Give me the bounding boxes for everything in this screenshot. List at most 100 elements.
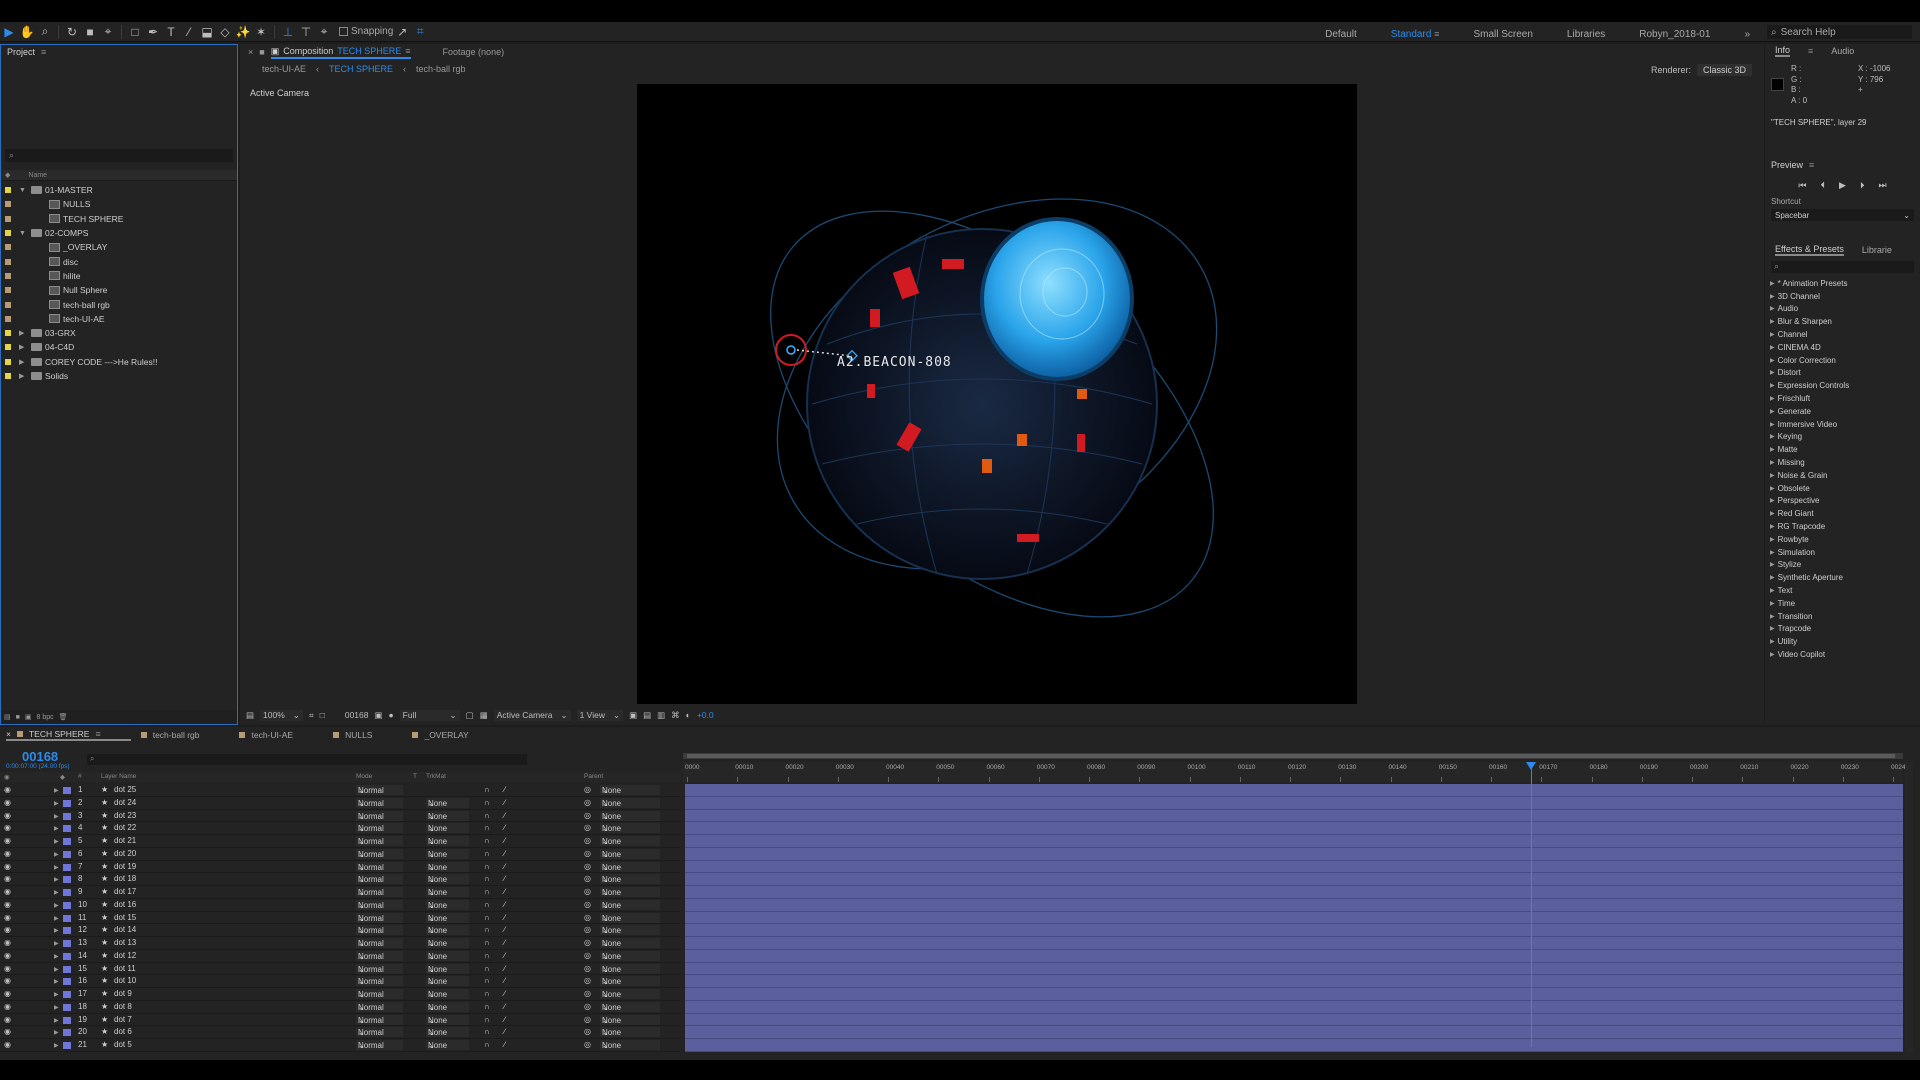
layer-name[interactable]: dot 6 (114, 1027, 132, 1036)
pick-whip-icon[interactable]: ◎ (584, 938, 591, 947)
chevron-right-icon[interactable]: ▶ (1770, 613, 1775, 620)
effects-category[interactable]: ▶ CINEMA 4D (1770, 341, 1920, 354)
chevron-right-icon[interactable]: ▶ (1770, 485, 1775, 492)
eye-icon[interactable]: ◉ (4, 913, 11, 922)
blend-mode-dropdown[interactable]: Normal ⌄ (356, 989, 403, 999)
shy-switch-icon[interactable]: ∩ (484, 887, 490, 896)
quality-switch-icon[interactable]: ∕ (504, 964, 505, 973)
chevron-right-icon[interactable]: ▶ (1770, 549, 1775, 556)
effects-category[interactable]: ▶ Utility (1770, 635, 1920, 648)
local-axis-icon[interactable]: ⊥ (279, 23, 297, 41)
label-column-icon[interactable]: ◆ (60, 773, 65, 781)
layer-name[interactable]: dot 13 (114, 938, 136, 947)
current-frame-value[interactable]: 00168 (345, 710, 369, 720)
pan-behind-tool-icon[interactable]: ⌖ (99, 23, 117, 41)
track-matte-dropdown[interactable]: None ⌄ (426, 861, 469, 872)
effects-category[interactable]: ▶ Synthetic Aperture (1770, 571, 1920, 584)
tab-info[interactable]: Info (1775, 45, 1791, 57)
parent-dropdown[interactable]: None ⌄ (600, 874, 660, 885)
layer-name[interactable]: dot 22 (114, 823, 136, 832)
new-folder-icon[interactable]: ■ (16, 714, 20, 721)
layer-duration-bar[interactable] (685, 924, 1903, 937)
parent-dropdown[interactable]: None ⌄ (600, 1040, 660, 1050)
label-color-chip[interactable] (5, 201, 11, 208)
effects-category[interactable]: ▶ Matte (1770, 443, 1920, 456)
chevron-right-icon[interactable]: ▶ (54, 991, 59, 998)
effects-category[interactable]: ▶ Simulation (1770, 546, 1920, 559)
eye-icon[interactable]: ◉ (4, 811, 11, 820)
tab-footage[interactable]: Footage (none) (443, 47, 505, 57)
layer-name[interactable]: dot 7 (114, 1015, 132, 1024)
grid-icon[interactable]: ⌗ (309, 710, 314, 721)
snapping-toggle[interactable]: Snapping (339, 26, 393, 37)
quality-switch-icon[interactable]: ∕ (504, 925, 505, 934)
layer-name[interactable]: dot 5 (114, 1040, 132, 1049)
label-color-chip[interactable] (5, 230, 11, 237)
label-color-chip[interactable] (63, 876, 71, 884)
project-item[interactable]: _OVERLAY (1, 240, 237, 254)
project-item[interactable]: ▶ 03-GRX (1, 326, 237, 340)
shy-switch-icon[interactable]: ∩ (484, 798, 490, 807)
exposure-value[interactable]: +0.0 (697, 710, 714, 720)
layer-name-column-header[interactable]: Layer Name (101, 773, 136, 780)
effects-category[interactable]: ▶ Stylize (1770, 559, 1920, 572)
pick-whip-icon[interactable]: ◎ (584, 887, 591, 896)
timeline-tab[interactable]: tech-UI-AE (239, 730, 323, 740)
track-matte-dropdown[interactable]: None ⌄ (426, 874, 469, 885)
layer-name[interactable]: dot 23 (114, 811, 136, 820)
rotate-tool-icon[interactable]: ↻ (63, 23, 81, 41)
chevron-right-icon[interactable]: ▶ (54, 1017, 59, 1024)
layer-row[interactable]: ◉ ▶ 19 ★ dot 7 Normal ⌄ None ⌄ ∩ ∕ ◎ None ⌄ (0, 1014, 680, 1027)
layer-row[interactable]: ◉ ▶ 20 ★ dot 6 Normal ⌄ None ⌄ ∩ ∕ ◎ None ⌄ (0, 1026, 680, 1039)
eye-icon[interactable]: ◉ (4, 798, 11, 807)
chevron-down-icon[interactable]: ▼ (19, 230, 27, 237)
layer-duration-bar[interactable] (685, 860, 1903, 874)
effects-category[interactable]: ▶ Channel (1770, 328, 1920, 341)
parent-dropdown[interactable]: None ⌄ (600, 861, 660, 872)
eye-icon[interactable]: ◉ (4, 862, 11, 871)
layer-duration-bar[interactable] (685, 949, 1903, 963)
layer-name[interactable]: dot 20 (114, 849, 136, 858)
shy-switch-icon[interactable]: ∩ (484, 913, 490, 922)
parent-dropdown[interactable]: None ⌄ (600, 836, 660, 846)
quality-switch-icon[interactable]: ∕ (504, 874, 505, 883)
close-icon[interactable]: × (248, 47, 253, 57)
label-color-chip[interactable] (5, 244, 11, 251)
blend-mode-dropdown[interactable]: Normal ⌄ (356, 887, 403, 897)
quality-switch-icon[interactable]: ∕ (504, 785, 505, 794)
timeline-tab[interactable]: × TECH SPHERE ≡ (6, 729, 131, 741)
pick-whip-icon[interactable]: ◎ (584, 964, 591, 973)
label-color-chip[interactable] (63, 1003, 71, 1011)
chevron-right-icon[interactable]: ▶ (1770, 305, 1775, 312)
label-color-chip[interactable] (5, 344, 11, 351)
label-color-chip[interactable] (5, 373, 11, 379)
eraser-tool-icon[interactable]: ◇ (216, 23, 234, 41)
interpret-footage-icon[interactable]: ▤ (4, 713, 11, 721)
effects-category[interactable]: ▶ Expression Controls (1770, 379, 1920, 392)
eye-icon[interactable]: ◉ (4, 874, 11, 883)
snap-grid-icon[interactable]: ⌗ (411, 23, 429, 41)
world-axis-icon[interactable]: ⊤ (297, 23, 315, 41)
project-item[interactable]: tech-UI-AE (1, 312, 237, 326)
quality-switch-icon[interactable]: ∕ (504, 900, 505, 909)
resolution-dropdown[interactable]: Full ⌄ (399, 709, 460, 721)
project-panel-title[interactable]: Project (7, 47, 35, 57)
label-color-chip[interactable] (5, 258, 11, 265)
layer-row[interactable]: ◉ ▶ 18 ★ dot 8 Normal ⌄ None ⌄ ∩ ∕ ◎ None ⌄ (0, 1001, 680, 1014)
effects-category[interactable]: ▶ Blur & Sharpen (1770, 315, 1920, 328)
label-column-icon[interactable]: ◆ (5, 171, 10, 179)
parent-dropdown[interactable]: None ⌄ (600, 925, 660, 936)
parent-dropdown[interactable]: None ⌄ (600, 797, 660, 808)
quality-switch-icon[interactable]: ∕ (504, 862, 505, 871)
fast-preview-icon[interactable]: ▤ (643, 710, 651, 721)
shortcut-dropdown[interactable]: Spacebar ⌄ (1771, 209, 1914, 221)
project-item[interactable]: ▶ 04-C4D (1, 340, 237, 354)
label-color-chip[interactable] (63, 889, 71, 896)
blend-mode-dropdown[interactable]: Normal ⌄ (356, 963, 403, 974)
pick-whip-icon[interactable]: ◎ (584, 989, 591, 998)
layer-duration-bar[interactable] (685, 975, 1903, 988)
project-item[interactable]: disc (1, 254, 237, 268)
info-menu-icon[interactable]: ≡ (1808, 46, 1813, 56)
project-item[interactable]: tech-ball rgb (1, 297, 237, 311)
chevron-right-icon[interactable]: ▶ (1770, 472, 1775, 479)
